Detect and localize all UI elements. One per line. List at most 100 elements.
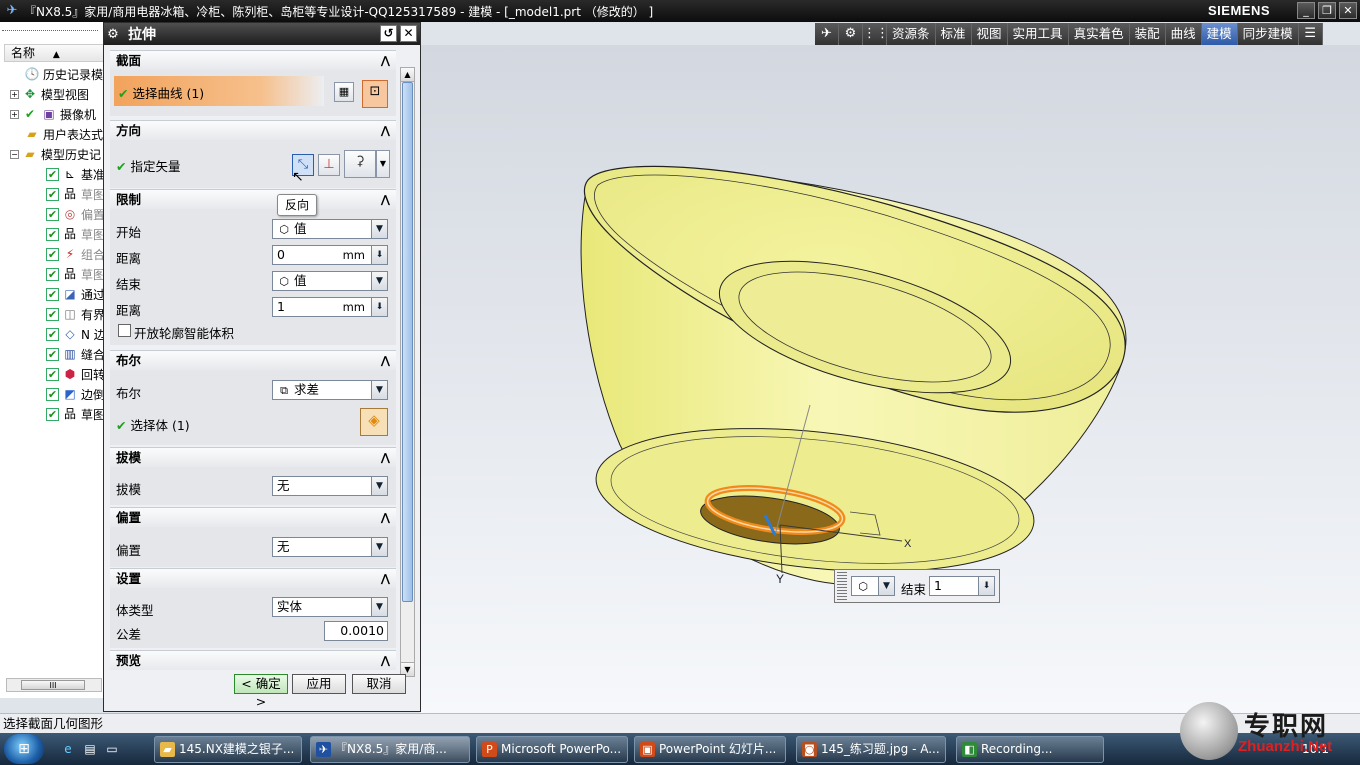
scroll-up-icon[interactable]: ▲ bbox=[401, 68, 414, 82]
hscroll-thumb[interactable]: III bbox=[21, 680, 85, 690]
close-button[interactable]: ✕ bbox=[1339, 2, 1357, 19]
sketch-section-icon[interactable]: ▦ bbox=[334, 82, 354, 102]
collapse-caret-icon[interactable]: ⋀ bbox=[381, 351, 390, 371]
toolbar-options-icon[interactable]: ☰ bbox=[1298, 23, 1323, 45]
collapse-caret-icon[interactable]: ⋀ bbox=[381, 190, 390, 210]
section-header-section[interactable]: 截面 ⋀ bbox=[110, 50, 396, 70]
toolbar-modeling[interactable]: 建模 bbox=[1201, 23, 1238, 45]
toolbar-sync-modeling[interactable]: 同步建模 bbox=[1237, 23, 1299, 45]
visibility-checkbox[interactable]: ✔ bbox=[46, 327, 59, 341]
toolbar-utilities[interactable]: 实用工具 bbox=[1007, 23, 1069, 45]
apply-button[interactable]: 应用 bbox=[292, 674, 346, 694]
vector-dialog-icon[interactable]: ⊥ bbox=[318, 154, 340, 176]
tree-item-camera[interactable]: + ✔ ▣ 摄像机 bbox=[10, 104, 96, 124]
close-icon[interactable]: ✕ bbox=[400, 25, 417, 42]
feature-row[interactable]: ✔ ⬢ 回转 bbox=[46, 364, 105, 384]
graphics-window[interactable]: X Y bbox=[420, 45, 1360, 715]
feature-row[interactable]: ✔ ◩ 边倒 bbox=[46, 384, 105, 404]
restore-button[interactable]: ❐ bbox=[1318, 2, 1336, 19]
expand-icon[interactable]: + bbox=[10, 109, 19, 119]
boolean-select[interactable]: ⧉ 求差 ▼ bbox=[272, 380, 388, 400]
collapse-caret-icon[interactable]: ⋀ bbox=[381, 569, 390, 589]
feature-row[interactable]: ✔ 品草图 bbox=[46, 404, 105, 424]
visibility-checkbox[interactable]: ✔ bbox=[46, 267, 59, 281]
visibility-checkbox[interactable]: ✔ bbox=[46, 227, 59, 241]
toolbar-assembly[interactable]: 装配 bbox=[1129, 23, 1166, 45]
task-recording[interactable]: ◧ Recording... bbox=[956, 736, 1104, 763]
visibility-checkbox[interactable]: ✔ bbox=[46, 287, 59, 301]
task-image-viewer[interactable]: ◙ 145_练习题.jpg - A... bbox=[796, 736, 946, 763]
show-desktop-icon[interactable]: ▭ bbox=[104, 741, 120, 757]
toolbar-standard[interactable]: 标准 bbox=[935, 23, 972, 45]
body-type-select[interactable]: 实体 ▼ bbox=[272, 597, 388, 617]
minimize-button[interactable]: _ bbox=[1297, 2, 1315, 19]
visibility-checkbox[interactable]: ✔ bbox=[46, 347, 59, 361]
offset-select[interactable]: 无 ▼ bbox=[272, 537, 388, 557]
task-ppt-slideshow[interactable]: ▣ PowerPoint 幻灯片... bbox=[634, 736, 786, 763]
ie-icon[interactable]: e bbox=[60, 741, 76, 757]
gear-icon[interactable]: ⚙ bbox=[839, 23, 863, 45]
section-header-boolean[interactable]: 布尔 ⋀ bbox=[110, 350, 396, 370]
navigator-hscrollbar[interactable]: III bbox=[6, 678, 102, 692]
reset-icon[interactable]: ↺ bbox=[380, 25, 397, 42]
toolbar-view[interactable]: 视图 bbox=[971, 23, 1008, 45]
draft-select[interactable]: 无 ▼ bbox=[272, 476, 388, 496]
toolbar-resource-bar[interactable]: 资源条 bbox=[887, 23, 936, 45]
desktop-icon[interactable]: ▤ bbox=[82, 741, 98, 757]
nx-menu-icon[interactable]: ✈ bbox=[815, 23, 839, 45]
tolerance-input[interactable]: 0.0010 bbox=[324, 621, 388, 641]
visibility-checkbox[interactable]: ✔ bbox=[46, 167, 59, 181]
collapse-icon[interactable]: − bbox=[10, 149, 19, 159]
gear-icon[interactable]: ⚙ bbox=[104, 27, 122, 42]
cancel-button[interactable]: 取消 bbox=[352, 674, 406, 694]
section-header-direction[interactable]: 方向 ⋀ bbox=[110, 120, 396, 140]
tree-item-expressions[interactable]: ▰ 用户表达式 bbox=[24, 124, 103, 144]
inferred-vector-icon[interactable]: ⚳ bbox=[344, 150, 376, 178]
grip-icon[interactable]: ⋮⋮ bbox=[863, 23, 889, 45]
visibility-checkbox[interactable]: ✔ bbox=[46, 207, 59, 221]
end-distance-input[interactable]: 1 mm ⬇ bbox=[272, 297, 388, 317]
tree-item-model-views[interactable]: + ✥ 模型视图 bbox=[10, 84, 89, 104]
toolbar-true-shading[interactable]: 真实着色 bbox=[1068, 23, 1130, 45]
feature-row[interactable]: ✔ 品草图 bbox=[46, 264, 105, 284]
collapse-caret-icon[interactable]: ⋀ bbox=[381, 121, 390, 141]
feature-row[interactable]: ✔ ⊾ 基准 bbox=[46, 164, 105, 184]
section-header-draft[interactable]: 拔模 ⋀ bbox=[110, 447, 396, 467]
section-header-limits[interactable]: 限制 ⋀ bbox=[110, 189, 396, 209]
start-distance-input[interactable]: 0 mm ⬇ bbox=[272, 245, 388, 265]
feature-row[interactable]: ✔ ⚡ 组合 bbox=[46, 244, 105, 264]
vscroll-thumb[interactable] bbox=[402, 82, 413, 602]
task-powerpoint[interactable]: P Microsoft PowerPo... bbox=[476, 736, 628, 763]
start-button[interactable]: ⊞ bbox=[4, 734, 44, 764]
feature-row[interactable]: ✔ 品草图 bbox=[46, 184, 105, 204]
ok-button[interactable]: < 确定 > bbox=[234, 674, 288, 709]
end-select[interactable]: ⬡ 值 ▼ bbox=[272, 271, 388, 291]
collapse-caret-icon[interactable]: ⋀ bbox=[381, 448, 390, 468]
feature-row[interactable]: ✔ ◎ 偏置 bbox=[46, 204, 105, 224]
tree-item-model-history[interactable]: − ▰ 模型历史记 bbox=[10, 144, 101, 164]
visibility-checkbox[interactable]: ✔ bbox=[46, 367, 59, 381]
section-header-settings[interactable]: 设置 ⋀ bbox=[110, 568, 396, 588]
collapse-caret-icon[interactable]: ⋀ bbox=[381, 508, 390, 528]
vector-dropdown-icon[interactable]: ▼ bbox=[376, 150, 390, 178]
toolbar-curve[interactable]: 曲线 bbox=[1165, 23, 1202, 45]
solid-body-icon[interactable]: ◈ bbox=[360, 408, 388, 436]
dialog-vscrollbar[interactable]: ▲ ▼ bbox=[400, 67, 415, 677]
feature-row[interactable]: ✔ ◫ 有界 bbox=[46, 304, 105, 324]
task-nx[interactable]: ✈ 『NX8.5』家用/商... bbox=[310, 736, 470, 763]
visibility-checkbox[interactable]: ✔ bbox=[46, 407, 59, 421]
open-profile-checkbox[interactable] bbox=[118, 324, 131, 337]
feature-row[interactable]: ✔ ◇ N 边 bbox=[46, 324, 106, 344]
feature-row[interactable]: ✔ ◪ 通过 bbox=[46, 284, 105, 304]
feature-row[interactable]: ✔ 品草图 bbox=[46, 224, 105, 244]
navigator-column-header[interactable]: 名称 ▲ bbox=[4, 44, 104, 62]
drag-handle[interactable] bbox=[837, 572, 847, 600]
task-folder[interactable]: ▰ 145.NX建模之银子... bbox=[154, 736, 302, 763]
section-header-preview[interactable]: 预览 ⋀ bbox=[110, 650, 396, 670]
visibility-checkbox[interactable]: ✔ bbox=[46, 187, 59, 201]
selection-highlight[interactable]: ✔ 选择曲线 (1) bbox=[114, 76, 324, 106]
feature-row[interactable]: ✔ ▥ 缝合 bbox=[46, 344, 105, 364]
section-header-offset[interactable]: 偏置 ⋀ bbox=[110, 507, 396, 527]
float-end-input[interactable]: 1 ⬇ bbox=[929, 576, 995, 596]
visibility-checkbox[interactable]: ✔ bbox=[46, 307, 59, 321]
